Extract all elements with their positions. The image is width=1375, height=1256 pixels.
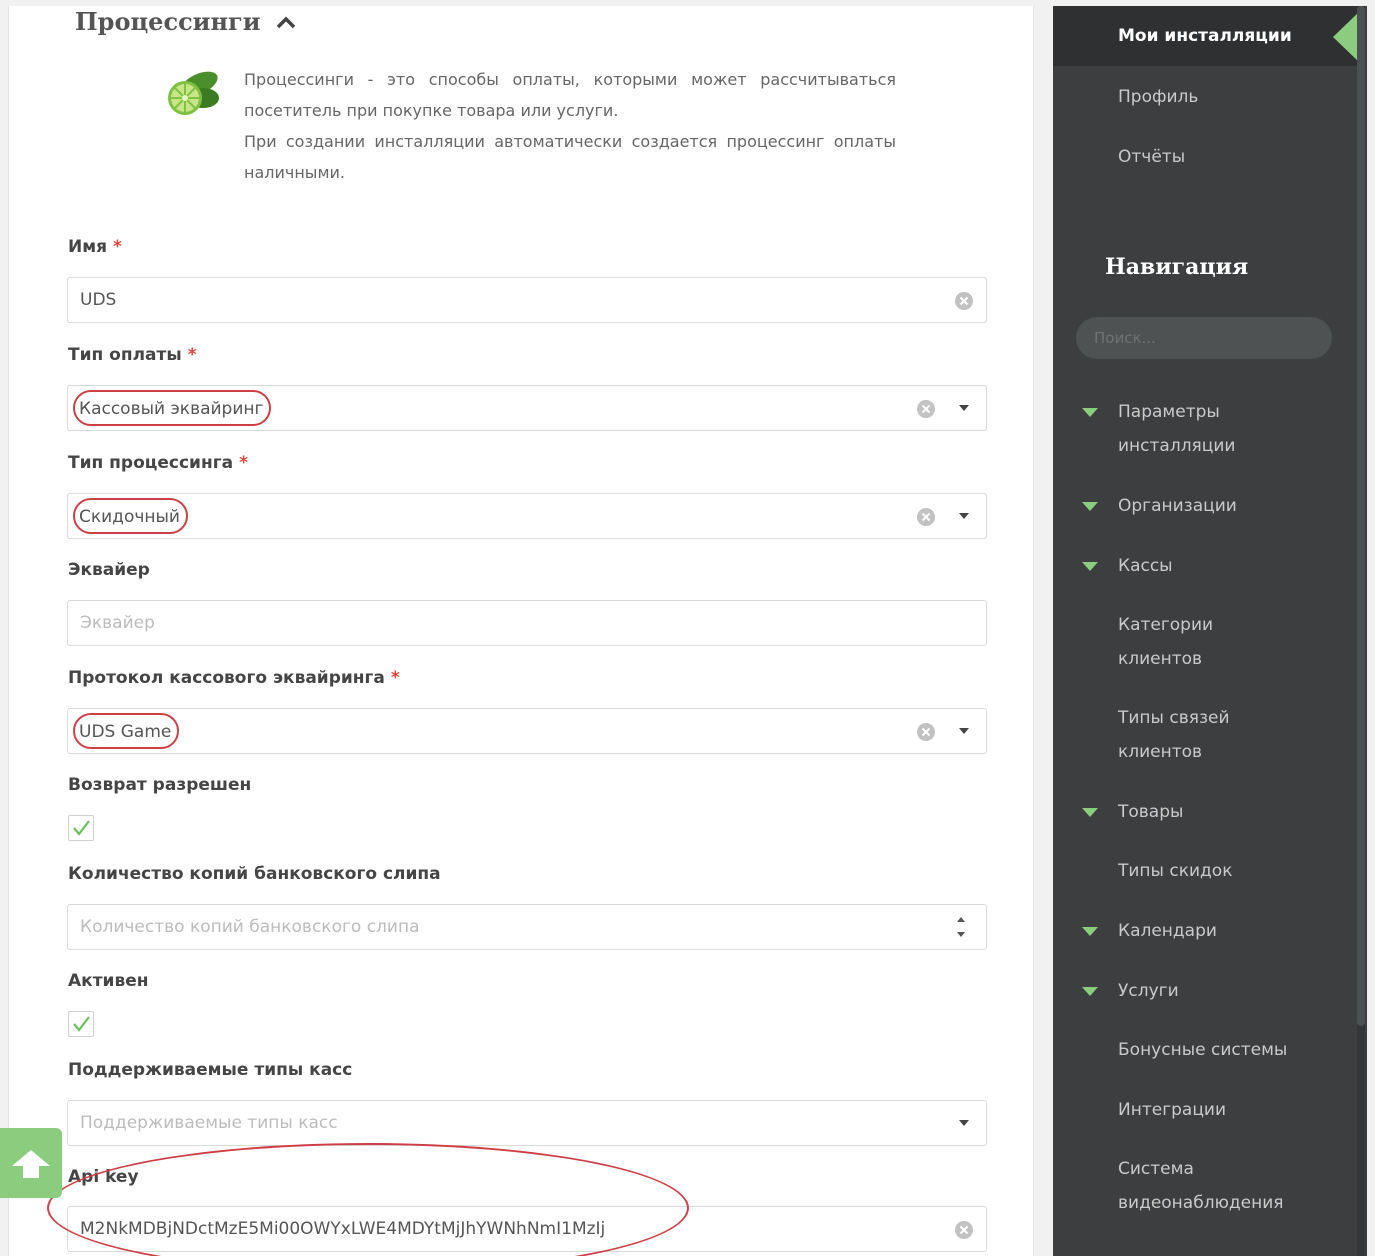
refund-checkbox[interactable] — [68, 815, 94, 841]
check-icon — [73, 820, 90, 836]
sidebar-item-client-categories[interactable]: Категории клиентов — [1118, 608, 1213, 676]
active-checkbox[interactable] — [68, 1011, 94, 1037]
protocol-label: Протокол кассового эквайринга * — [68, 666, 400, 690]
nav-label-line-2: видеонаблюдения — [1118, 1193, 1284, 1213]
acquirer-field[interactable]: Эквайер — [67, 600, 987, 646]
clear-icon[interactable] — [916, 399, 936, 419]
acquirer-label: Эквайер — [68, 558, 150, 582]
section-title: Процессинги — [75, 7, 261, 36]
intro-line-2: При создании инсталляции автоматически с… — [244, 132, 896, 182]
acquirer-placeholder: Эквайер — [80, 613, 155, 633]
payment-type-label: Тип оплаты * — [68, 343, 197, 367]
refund-label-text: Возврат разрешен — [68, 775, 252, 795]
slip-copies-field[interactable]: Количество копий банковского слипа — [67, 904, 987, 950]
caret-down-icon[interactable] — [959, 513, 969, 520]
sidebar-item-bonus-systems[interactable]: Бонусные системы — [1118, 1033, 1287, 1067]
expand-triangle-icon[interactable] — [1082, 502, 1098, 512]
sidebar-item-my-installations[interactable]: Мои инсталляции — [1053, 6, 1361, 66]
payment-type-value: Кассовый эквайринг — [73, 390, 272, 426]
processing-type-label-text: Тип процессинга — [68, 453, 234, 473]
name-label-text: Имя — [68, 237, 108, 257]
required-asterisk: * — [239, 453, 248, 473]
register-types-placeholder: Поддерживаемые типы касс — [80, 1113, 338, 1133]
processing-type-label: Тип процессинга * — [68, 451, 248, 475]
nav-title: Навигация — [1105, 254, 1249, 280]
intro-text: Процессинги - это способы оплаты, которы… — [244, 64, 896, 188]
expand-triangle-icon[interactable] — [1082, 562, 1098, 572]
main-panel: Процессинги Процессинги - это способы оп… — [8, 6, 1034, 1256]
register-types-label: Поддерживаемые типы касс — [68, 1058, 352, 1082]
sidebar-item-discount-types[interactable]: Типы скидок — [1118, 854, 1232, 888]
register-types-label-text: Поддерживаемые типы касс — [68, 1060, 353, 1080]
chevron-up-icon[interactable] — [275, 15, 297, 29]
name-field[interactable]: UDS — [67, 277, 987, 323]
payment-type-label-text: Тип оплаты — [68, 345, 182, 365]
sidebar-item-registers[interactable]: Кассы — [1118, 549, 1173, 583]
sidebar: Мои инсталляции Профиль Отчёты Навигация… — [1053, 6, 1367, 1256]
protocol-select[interactable]: UDS Game — [67, 708, 987, 754]
clear-icon[interactable] — [916, 722, 936, 742]
spinner-arrows-icon[interactable] — [956, 913, 966, 941]
caret-down-icon[interactable] — [959, 1120, 969, 1127]
expand-triangle-icon[interactable] — [1082, 808, 1098, 818]
expand-triangle-icon[interactable] — [1082, 927, 1098, 937]
slip-copies-label: Количество копий банковского слипа — [68, 862, 441, 886]
scroll-to-top-button[interactable] — [0, 1128, 62, 1198]
arrow-up-icon — [12, 1150, 50, 1178]
api-key-label: Api key — [68, 1165, 139, 1189]
name-value: UDS — [80, 290, 117, 310]
api-key-label-text: Api key — [68, 1167, 139, 1187]
expand-triangle-icon[interactable] — [1082, 408, 1098, 418]
nav-label-line-1: Типы связей — [1118, 708, 1230, 728]
sidebar-item-installation-params[interactable]: Параметры инсталляции — [1118, 395, 1235, 463]
sidebar-item-video-surveillance[interactable]: Система видеонаблюдения — [1118, 1152, 1283, 1220]
caret-down-icon[interactable] — [959, 728, 969, 735]
register-types-select[interactable]: Поддерживаемые типы касс — [67, 1100, 987, 1146]
sidebar-item-organizations[interactable]: Организации — [1118, 489, 1237, 523]
intro-line-1: Процессинги - это способы оплаты, которы… — [244, 70, 896, 120]
clear-icon[interactable] — [954, 291, 974, 311]
sidebar-item-services[interactable]: Услуги — [1118, 974, 1179, 1008]
sidebar-item-integrations[interactable]: Интеграции — [1118, 1093, 1226, 1127]
nav-label-line-1: Система — [1118, 1159, 1194, 1179]
clear-icon[interactable] — [916, 507, 936, 527]
sidebar-item-reports[interactable]: Отчёты — [1118, 140, 1185, 174]
nav-search-input[interactable] — [1076, 317, 1332, 359]
check-icon — [73, 1016, 90, 1032]
sidebar-item-calendars[interactable]: Календари — [1118, 914, 1217, 948]
api-key-value: M2NkMDBjNDctMzE5Mi00OWYxLWE4MDYtMjJhYWNh… — [80, 1219, 606, 1239]
nav-label-line-2: инсталляции — [1118, 436, 1236, 456]
nav-label-line-2: клиентов — [1118, 649, 1203, 669]
section-header[interactable]: Процессинги — [75, 6, 297, 38]
processing-type-value: Скидочный — [73, 498, 188, 534]
payment-type-select[interactable]: Кассовый эквайринг — [67, 385, 987, 431]
required-asterisk: * — [187, 345, 197, 365]
expand-triangle-icon[interactable] — [1082, 987, 1098, 997]
required-asterisk: * — [113, 237, 122, 257]
clear-icon[interactable] — [954, 1220, 974, 1240]
sidebar-item-label: Мои инсталляции — [1118, 26, 1292, 46]
active-label: Активен — [68, 969, 149, 993]
slip-copies-placeholder: Количество копий банковского слипа — [80, 917, 420, 937]
refund-label: Возврат разрешен — [68, 773, 251, 797]
nav-label-line-1: Категории — [1118, 615, 1214, 635]
lime-icon — [168, 71, 219, 115]
name-label: Имя * — [68, 235, 122, 259]
protocol-value: UDS Game — [73, 713, 180, 749]
caret-down-icon[interactable] — [959, 405, 969, 412]
sidebar-item-link-types[interactable]: Типы связей клиентов — [1118, 701, 1230, 769]
required-asterisk: * — [390, 668, 400, 688]
acquirer-label-text: Эквайер — [68, 560, 150, 580]
processing-type-select[interactable]: Скидочный — [67, 493, 987, 539]
api-key-field[interactable]: M2NkMDBjNDctMzE5Mi00OWYxLWE4MDYtMjJhYWNh… — [67, 1206, 987, 1252]
slip-copies-label-text: Количество копий банковского слипа — [68, 864, 441, 884]
protocol-label-text: Протокол кассового эквайринга — [68, 668, 385, 688]
nav-label-line-1: Параметры — [1118, 402, 1220, 422]
nav-label-line-2: клиентов — [1118, 742, 1203, 762]
sidebar-scrollbar-thumb[interactable] — [1357, 6, 1365, 1026]
sidebar-item-goods[interactable]: Товары — [1118, 795, 1183, 829]
sidebar-item-profile[interactable]: Профиль — [1118, 80, 1198, 114]
active-label-text: Активен — [68, 971, 149, 991]
